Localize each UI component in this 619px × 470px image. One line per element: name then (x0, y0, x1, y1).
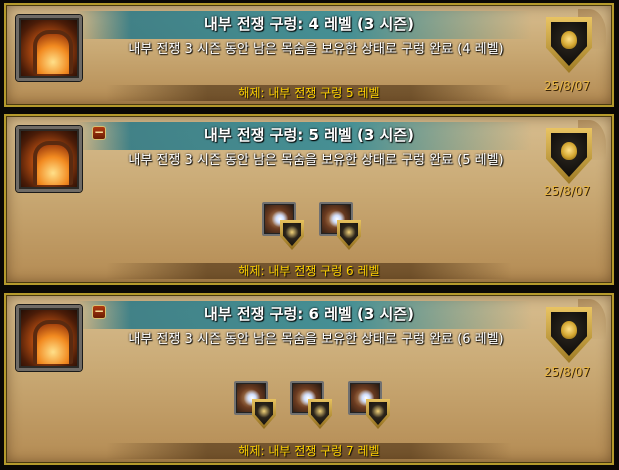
dungeon-archway-icon (16, 126, 82, 192)
lion-shield-icon (540, 9, 606, 79)
achievement-footer: 해제: 내부 전쟁 구렁 6 레벨 (106, 263, 512, 279)
reward-achievement-icon[interactable] (290, 381, 336, 437)
achievement-title: 내부 전쟁 구렁: 6 레벨 (3 시즌) (204, 305, 414, 323)
lion-shield-icon (540, 299, 606, 369)
achievement-card[interactable]: − 내부 전쟁 구렁: 5 레벨 (3 시즌) 내부 전쟁 3 시즌 동안 남은… (4, 114, 614, 285)
achievement-description: 내부 전쟁 3 시즌 동안 남은 목숨을 보유한 상태로 구렁 완료 (4 레벨… (128, 42, 504, 57)
reward-achievement-icon[interactable] (262, 202, 308, 258)
reward-achievement-icon[interactable] (348, 381, 394, 437)
achievement-card[interactable]: − 내부 전쟁 구렁: 6 레벨 (3 시즌) 내부 전쟁 3 시즌 동안 남은… (4, 293, 614, 465)
dungeon-archway-icon (16, 305, 82, 371)
completion-date: 25/8/07 (543, 184, 591, 198)
dungeon-archway-icon (16, 15, 82, 81)
achievement-title: 내부 전쟁 구렁: 4 레벨 (3 시즌) (204, 15, 414, 33)
completion-date: 25/8/07 (543, 79, 591, 93)
achievement-footer: 해제: 내부 전쟁 구렁 5 레벨 (106, 85, 512, 101)
achievement-card[interactable]: 내부 전쟁 구렁: 4 레벨 (3 시즌) 내부 전쟁 3 시즌 동안 남은 목… (4, 3, 614, 107)
reward-row (6, 202, 612, 258)
reward-achievement-icon[interactable] (319, 202, 365, 258)
achievement-footer: 해제: 내부 전쟁 구렁 7 레벨 (106, 443, 512, 459)
reward-achievement-icon[interactable] (234, 381, 280, 437)
lion-shield-icon (540, 120, 606, 190)
achievement-title: 내부 전쟁 구렁: 5 레벨 (3 시즌) (204, 126, 414, 144)
achievement-description: 내부 전쟁 3 시즌 동안 남은 목숨을 보유한 상태로 구렁 완료 (6 레벨… (128, 332, 504, 347)
completion-date: 25/8/07 (543, 365, 591, 379)
achievement-description: 내부 전쟁 3 시즌 동안 남은 목숨을 보유한 상태로 구렁 완료 (5 레벨… (128, 153, 504, 168)
reward-row (6, 381, 612, 437)
